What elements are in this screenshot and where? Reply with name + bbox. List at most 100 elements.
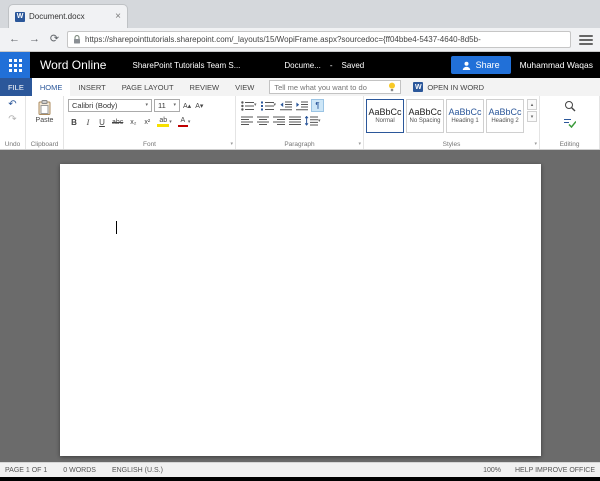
paste-label: Paste <box>35 117 54 124</box>
document-page[interactable] <box>60 164 541 456</box>
tell-me-box[interactable] <box>269 80 402 94</box>
align-right-button[interactable] <box>272 115 286 127</box>
tab-page-layout[interactable]: PAGE LAYOUT <box>114 78 182 96</box>
styles-scroll-up-icon[interactable]: ▴ <box>527 99 537 110</box>
tab-insert[interactable]: INSERT <box>70 78 113 96</box>
line-spacing-button[interactable]: ▾ <box>304 115 322 127</box>
editing-group-label: Editing <box>559 141 580 148</box>
chevron-down-icon: ▾ <box>145 102 148 108</box>
font-family-dropdown[interactable]: Calibri (Body) ▾ <box>68 99 152 112</box>
browser-window: W Document.docx × ← → ⟳ https://sharepoi… <box>0 0 600 481</box>
browser-menu-icon[interactable] <box>579 34 593 45</box>
word-count[interactable]: 0 WORDS <box>63 467 96 474</box>
ribbon-tab-row: FILE HOME INSERT PAGE LAYOUT REVIEW VIEW… <box>0 78 600 96</box>
undo-button[interactable]: ↶ <box>7 99 17 111</box>
highlight-color-button[interactable]: ab ▾ <box>155 115 174 129</box>
url-text: https://sharepointtutorials.sharepoint.c… <box>85 35 481 44</box>
user-name[interactable]: Muhammad Waqas <box>520 60 593 70</box>
paragraph-group: ▾ ▾ ¶ ▾ Paragraph ▾ <box>236 96 364 149</box>
style-name: Heading 1 <box>451 118 479 124</box>
undo-group-label: Undo <box>4 141 21 148</box>
share-label: Share <box>475 60 500 70</box>
share-button[interactable]: Share <box>450 56 511 74</box>
grow-font-button[interactable]: A▴ <box>182 101 192 111</box>
shrink-font-button[interactable]: A▾ <box>194 101 204 111</box>
tab-file[interactable]: FILE <box>0 78 32 96</box>
browser-tab-strip: W Document.docx × <box>0 0 600 28</box>
site-breadcrumb[interactable]: SharePoint Tutorials Team S... <box>132 61 240 70</box>
paragraph-marks-button[interactable]: ¶ <box>311 99 325 112</box>
redo-button[interactable]: ↷ <box>7 114 17 126</box>
strikethrough-button[interactable]: abc <box>110 115 125 129</box>
tab-home[interactable]: HOME <box>31 78 71 96</box>
styles-scroll-down-icon[interactable]: ▾ <box>527 111 537 122</box>
save-status: Saved <box>341 60 365 70</box>
tell-me-input[interactable] <box>274 82 386 92</box>
align-left-button[interactable] <box>240 115 254 127</box>
status-bar: PAGE 1 OF 1 0 WORDS ENGLISH (U.S.) 100% … <box>0 462 600 477</box>
style-card-heading-1[interactable]: AaBbCc Heading 1 <box>446 99 484 133</box>
bullets-button[interactable]: ▾ <box>240 100 258 112</box>
open-in-word-label: OPEN IN WORD <box>427 82 484 92</box>
chevron-down-icon: ▾ <box>254 102 257 108</box>
numbering-button[interactable]: ▾ <box>260 100 278 112</box>
style-preview: AaBbCc <box>368 107 402 117</box>
chevron-down-icon: ▾ <box>187 118 191 125</box>
bold-button[interactable]: B <box>68 115 80 129</box>
font-color-button[interactable]: A ▾ <box>176 115 193 129</box>
font-group-label: Font <box>142 141 156 148</box>
browser-tab[interactable]: W Document.docx × <box>8 4 128 28</box>
style-preview: AaBbCc <box>488 107 522 117</box>
style-preview: AaBbCc <box>408 107 442 117</box>
forward-icon[interactable]: → <box>27 34 42 45</box>
chevron-down-icon: ▾ <box>173 102 176 108</box>
office-suite-bar: Word Online SharePoint Tutorials Team S.… <box>0 52 600 78</box>
editing-group: Editing <box>540 96 600 149</box>
style-name: No Spacing <box>409 118 441 124</box>
language-indicator[interactable]: ENGLISH (U.S.) <box>112 467 163 474</box>
increase-indent-button[interactable] <box>295 100 309 112</box>
style-card-normal[interactable]: AaBbCc Normal <box>366 99 404 133</box>
styles-gallery-scroll: ▴ ▾ <box>527 99 537 122</box>
tab-review[interactable]: REVIEW <box>182 78 228 96</box>
style-card-no-spacing[interactable]: AaBbCc No Spacing <box>406 99 444 133</box>
style-card-heading-2[interactable]: AaBbCc Heading 2 <box>486 99 524 133</box>
underline-button[interactable]: U <box>96 115 108 129</box>
superscript-button[interactable]: x² <box>141 115 153 129</box>
chevron-down-icon: ▾ <box>318 117 321 124</box>
spelling-button[interactable] <box>562 116 577 129</box>
justify-button[interactable] <box>288 115 302 127</box>
styles-group-label: Styles <box>442 141 461 148</box>
back-icon[interactable]: ← <box>7 34 22 45</box>
italic-button[interactable]: I <box>82 115 94 129</box>
styles-dialog-launcher-icon[interactable]: ▾ <box>534 142 537 147</box>
subscript-button[interactable]: x₂ <box>127 115 139 129</box>
font-dialog-launcher-icon[interactable]: ▾ <box>230 142 233 147</box>
decrease-indent-button[interactable] <box>279 100 293 112</box>
undo-group: ↶ ↷ Undo <box>0 96 26 149</box>
paste-button[interactable]: Paste <box>35 100 54 124</box>
style-preview: AaBbCc <box>448 107 482 117</box>
document-name[interactable]: Docume... <box>284 61 320 70</box>
app-launcher-icon[interactable] <box>0 52 30 78</box>
refresh-icon[interactable]: ⟳ <box>47 34 62 45</box>
clipboard-group-label: Clipboard <box>30 141 59 148</box>
tab-close-icon[interactable]: × <box>115 11 121 22</box>
font-color-icon: A <box>177 117 188 128</box>
open-in-word-button[interactable]: W OPEN IN WORD <box>413 78 484 96</box>
align-center-button[interactable] <box>256 115 270 127</box>
font-family-value: Calibri (Body) <box>72 101 118 110</box>
document-title[interactable]: Docume... - Saved <box>284 61 364 70</box>
help-improve-office-link[interactable]: HELP IMPROVE OFFICE <box>515 467 595 474</box>
find-button[interactable] <box>563 99 577 113</box>
url-box[interactable]: https://sharepointtutorials.sharepoint.c… <box>67 31 571 48</box>
document-canvas <box>0 150 600 462</box>
lock-icon <box>73 35 81 44</box>
page-count[interactable]: PAGE 1 OF 1 <box>5 467 47 474</box>
chevron-down-icon: ▾ <box>273 102 277 108</box>
zoom-level[interactable]: 100% <box>483 467 501 474</box>
paragraph-dialog-launcher-icon[interactable]: ▾ <box>358 142 361 147</box>
font-size-dropdown[interactable]: 11 ▾ <box>154 99 180 112</box>
clipboard-group: Paste Clipboard <box>26 96 64 149</box>
tab-view[interactable]: VIEW <box>227 78 262 96</box>
